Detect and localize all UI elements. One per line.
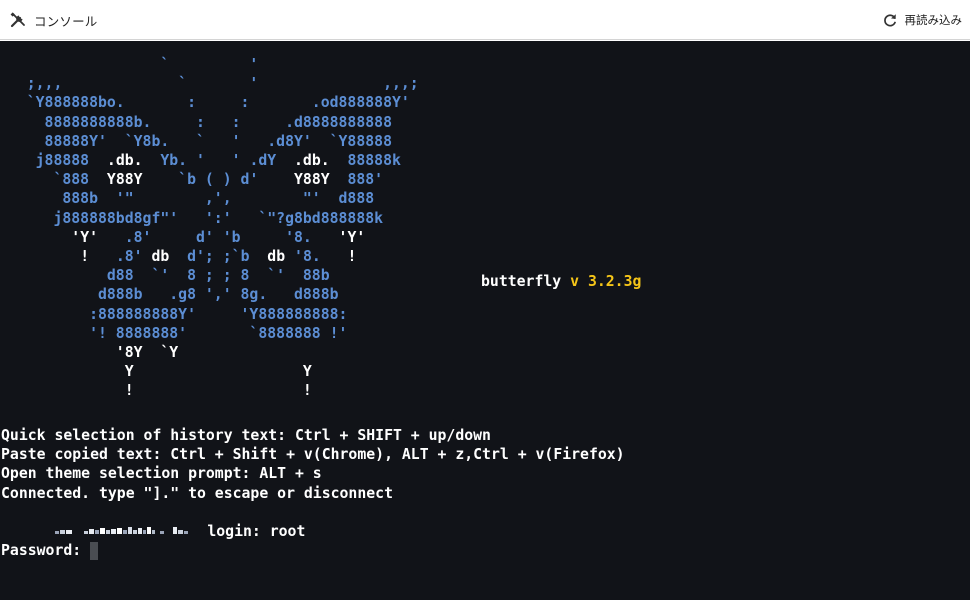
tools-icon (9, 11, 27, 29)
banner-version: v 3.2.3g (570, 273, 641, 290)
version-prefix: v (570, 273, 580, 290)
version-number: 3.2.3g (587, 273, 642, 290)
banner-name: butterfly (481, 273, 562, 290)
password-prompt: Password: (1, 542, 82, 559)
login-prompt: login: root (198, 523, 306, 540)
butterfly-ascii-art: ` ' ;,,, ` ' ,,,; `Y888888bo. : : .od888… (0, 56, 419, 400)
help-line: Paste copied text: Ctrl + Shift + v(Chro… (1, 446, 625, 464)
help-line: Open theme selection prompt: ALT + s (1, 465, 322, 483)
title-bar: コンソール 再読み込み (0, 0, 970, 40)
terminal-screen[interactable]: ` ' ;,,, ` ' ,,,; `Y888888bo. : : .od888… (0, 41, 970, 600)
console-tab: コンソール (9, 9, 98, 31)
login-line: login: root (1, 522, 305, 541)
help-text: Quick selection of history text: Ctrl + … (1, 426, 625, 503)
reload-button[interactable]: 再読み込み (882, 9, 963, 31)
page-title: コンソール (34, 13, 98, 29)
help-line: Connected. type "]." to escape or discon… (1, 484, 393, 502)
terminal-cursor[interactable] (90, 541, 99, 560)
banner: butterfly v 3.2.3g (481, 272, 641, 291)
reload-icon (882, 12, 898, 28)
password-line[interactable]: Password: (1, 541, 99, 560)
reload-label: 再読み込み (904, 13, 963, 27)
help-line: Quick selection of history text: Ctrl + … (1, 427, 491, 444)
